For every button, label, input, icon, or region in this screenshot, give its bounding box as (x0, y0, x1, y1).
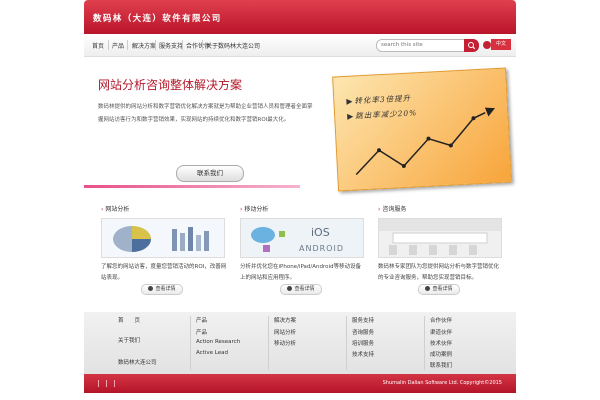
main-nav: 首页 产品 解决方案 服务支持 合作伙伴 关于数码林大连公司 中文 (84, 34, 516, 57)
footer-link[interactable]: 渠道伙伴 (430, 328, 452, 336)
meeting-room-image (378, 218, 502, 258)
hero-growth-panel: 转化率3倍提升 跳出率减少20% (332, 67, 512, 192)
web-analytics-image (101, 218, 225, 258)
footer-heading[interactable]: 产品 (196, 316, 207, 324)
footer-divider (424, 316, 425, 370)
feature-card-consulting: › 咨询服务 数码林专家团队为您提供网站分析与数字营销优化的专业咨询服务，帮助您实… (378, 204, 508, 304)
nav-divider (202, 40, 203, 50)
globe-icon (483, 41, 491, 49)
nav-divider (182, 40, 183, 50)
footer-divider (190, 316, 191, 370)
feature-title-text: 网站分析 (105, 206, 130, 213)
feature-title-text: 咨询服务 (382, 206, 407, 213)
svg-text:iOS: iOS (311, 226, 330, 239)
arrow-right-icon: › (101, 206, 104, 213)
nav-divider (127, 40, 128, 50)
nav-item-solutions[interactable]: 解决方案 (132, 41, 156, 50)
view-details-label: 查看详情 (432, 286, 453, 292)
footer-divider (346, 316, 347, 370)
bottom-divider (98, 380, 99, 387)
hero-title: 网站分析咨询整体解决方案 (98, 78, 243, 92)
footer-link[interactable]: 网站分析 (274, 328, 296, 336)
language-button[interactable]: 中文 (491, 39, 511, 50)
svg-text:ANDROID: ANDROID (299, 244, 344, 253)
footer-heading[interactable]: 解决方案 (274, 316, 296, 324)
footer-heading[interactable]: 合作伙伴 (430, 316, 452, 324)
mobile-platforms-image: iOS ANDROID (240, 218, 364, 258)
search-icon (468, 42, 476, 50)
footer-heading[interactable]: 服务支持 (352, 316, 374, 324)
footer-link[interactable]: 成功案例 (430, 350, 452, 358)
nav-item-about[interactable]: 关于数码林大连公司 (206, 41, 260, 50)
footer-link[interactable]: 技术支持 (352, 350, 374, 358)
arrow-circle-icon (148, 286, 154, 291)
footer-link[interactable]: Action Research (196, 339, 240, 345)
search-box (376, 39, 479, 52)
copyright-text: Shumalin Dalian Software Ltd. Copyright©… (382, 380, 502, 386)
hero-description: 数码林提供的网站分析和数字营销优化解决方案就是为帮助企业营销人员和管理者全面掌握… (98, 104, 313, 123)
view-details-label: 查看详情 (294, 286, 315, 292)
view-details-button[interactable]: 查看详情 (280, 284, 322, 295)
footer-divider (268, 316, 269, 370)
arrow-right-icon: › (240, 206, 243, 213)
trend-line-icon (355, 107, 495, 176)
footer-link[interactable]: 关于我们 (118, 336, 140, 344)
nav-divider (155, 40, 156, 50)
nav-divider (108, 40, 109, 50)
feature-description: 了解您的网站访客，度量您营销活动的ROI，改善网站表现。 (101, 264, 227, 281)
feature-title: › 网站分析 (101, 204, 129, 213)
hero-section: 网站分析咨询整体解决方案 数码林提供的网站分析和数字营销优化解决方案就是为帮助企… (84, 57, 516, 192)
search-input[interactable] (381, 41, 459, 49)
footer-links: 首 页 关于我们 数码林大连公司 产品 产品 Action Research A… (84, 312, 516, 374)
feature-description: 分析并优化您在iPhone/iPad/Android等移动设备上的网站和应用程序… (240, 264, 361, 281)
site-header: 数码林（大连）软件有限公司 (84, 0, 516, 34)
footer-link[interactable]: 数码林大连公司 (118, 358, 157, 366)
footer-link[interactable]: Active Lead (196, 350, 228, 356)
bottom-bar: Shumalin Dalian Software Ltd. Copyright©… (84, 374, 516, 393)
feature-description: 数码林专家团队为您提供网站分析与数字营销优化的专业咨询服务，帮助您实现营销目标。 (378, 264, 500, 281)
feature-title: › 咨询服务 (378, 204, 406, 213)
footer-link[interactable]: 技术伙伴 (430, 339, 452, 347)
arrow-circle-icon (287, 286, 293, 291)
nav-item-products[interactable]: 产品 (112, 41, 124, 50)
feature-title-text: 移动分析 (244, 206, 269, 213)
language-switch[interactable]: 中文 (483, 39, 511, 50)
arrow-right-icon: › (378, 206, 381, 213)
footer-link[interactable]: 培训服务 (352, 339, 374, 347)
bottom-divider (106, 380, 107, 387)
footer-link[interactable]: 咨询服务 (352, 328, 374, 336)
bottom-divider (114, 380, 115, 387)
nav-item-home[interactable]: 首页 (92, 41, 104, 50)
footer-link[interactable]: 移动分析 (274, 339, 296, 347)
search-button[interactable] (464, 39, 479, 52)
footer-link[interactable]: 首 页 (118, 316, 140, 324)
feature-card-web-analytics: › 网站分析 了解您的网站访客，度量您营销活动的ROI，改善网站表现。 查看详情 (101, 204, 231, 304)
feature-title: › 移动分析 (240, 204, 268, 213)
nav-item-support[interactable]: 服务支持 (159, 41, 183, 50)
contact-us-button[interactable]: 联系我们 (176, 165, 244, 182)
view-details-button[interactable]: 查看详情 (418, 284, 460, 295)
arrow-circle-icon (425, 286, 431, 291)
footer-link[interactable]: 联系我们 (430, 361, 452, 369)
feature-card-mobile-analytics: › 移动分析 iOS ANDROID 分析并优化您在iPhone/iPad/And… (240, 204, 370, 304)
hero-divider (84, 185, 300, 188)
footer-link[interactable]: 产品 (196, 328, 207, 336)
view-details-button[interactable]: 查看详情 (141, 284, 183, 295)
view-details-label: 查看详情 (155, 286, 176, 292)
company-logo-text[interactable]: 数码林（大连）软件有限公司 (93, 12, 222, 24)
